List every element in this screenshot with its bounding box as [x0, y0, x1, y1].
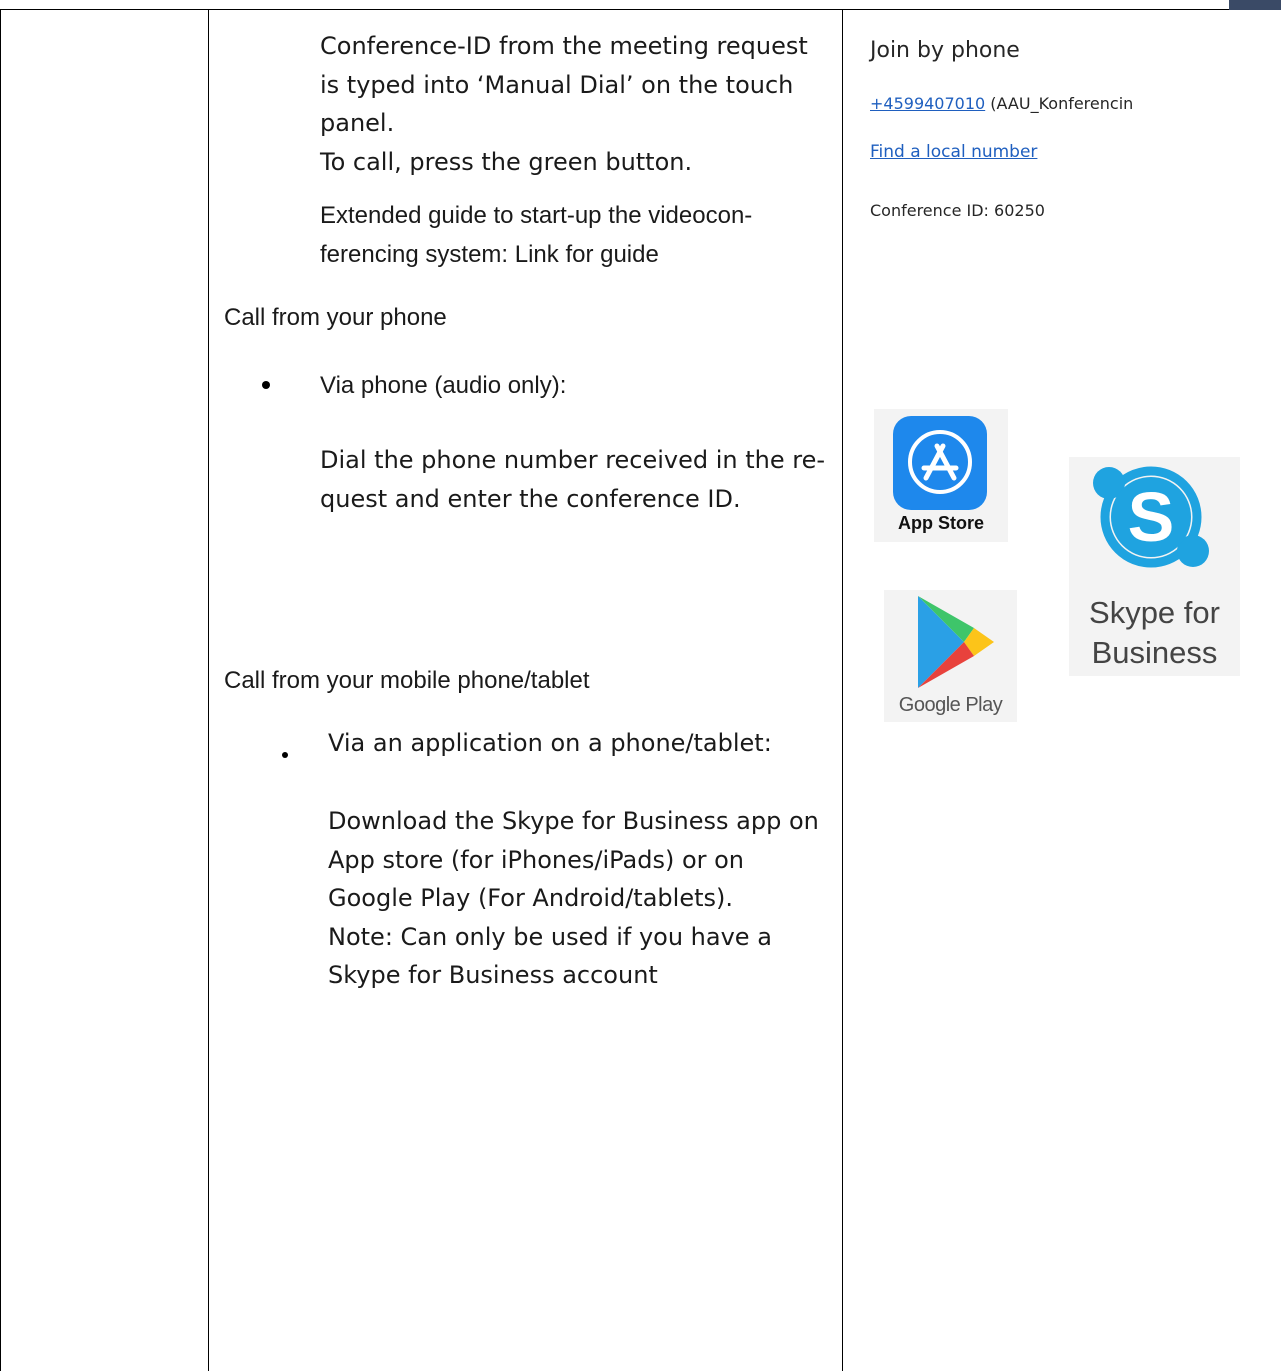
mobile-description: Download the Skype for Business app on A… [328, 807, 819, 989]
mobile-section-heading: Call from your mobile phone/tablet [224, 667, 590, 694]
table-left-border [0, 9, 1, 1371]
google-play-badge[interactable]: Google Play [884, 590, 1017, 722]
app-store-label: App Store [897, 513, 984, 533]
conference-id: Conference ID: 60250 [870, 201, 1045, 220]
phone-number-suffix: (AAU_Konferencin [985, 94, 1134, 113]
app-store-icon [893, 416, 987, 510]
skype-label: Skype for Business [1089, 595, 1220, 670]
join-by-phone-title: Join by phone [870, 38, 1020, 63]
column-divider-2 [842, 9, 843, 1371]
table-top-border [0, 9, 1281, 10]
phone-description: Dial the phone number received in the re… [320, 446, 826, 513]
mobile-bullet-text: Via an application on a phone/tablet: [328, 729, 772, 757]
manual-dial-paragraph: Conference-ID from the meeting request i… [320, 32, 808, 176]
svg-text:S: S [1128, 478, 1175, 556]
bullet-dot [282, 752, 288, 758]
guide-paragraph: Extended guide to start-up the videocon-… [320, 202, 753, 268]
find-local-number-link[interactable]: Find a local number [870, 142, 1037, 162]
skype-icon: S [1093, 466, 1209, 568]
column-divider-1 [208, 9, 209, 1371]
skype-for-business-tile[interactable]: S Skype for Business [1069, 457, 1240, 676]
phone-section-heading: Call from your phone [224, 304, 447, 331]
phone-number-link[interactable]: +4599407010 [870, 94, 985, 113]
bullet-dot [262, 381, 270, 389]
corner-tab [1229, 0, 1281, 10]
phone-bullet-text: Via phone (audio only): [320, 372, 567, 399]
app-store-badge[interactable]: App Store [874, 409, 1008, 542]
google-play-icon [918, 596, 994, 688]
phone-number-line: +4599407010 (AAU_Konferencin [870, 94, 1155, 113]
google-play-label: Google Play [898, 694, 1003, 716]
